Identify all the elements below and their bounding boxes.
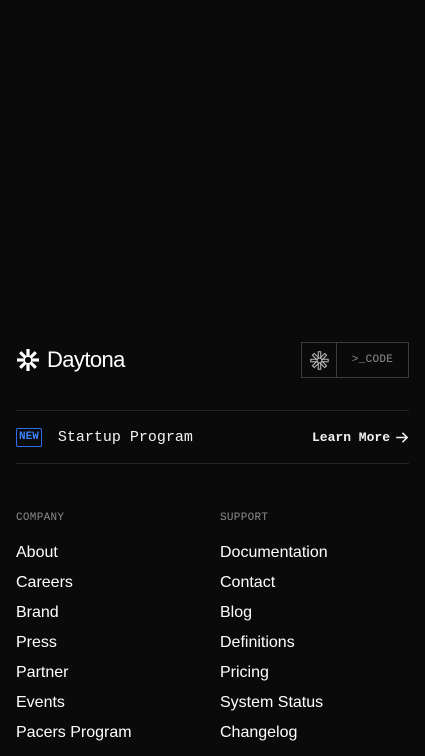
brand-name: Daytona	[47, 347, 125, 372]
support-links: Documentation Contact Blog Definitions P…	[220, 543, 328, 753]
startup-program-banner: NEW Startup Program Learn More	[16, 411, 409, 463]
footer-link-careers[interactable]: Careers	[16, 573, 132, 603]
footer-link-changelog[interactable]: Changelog	[220, 723, 328, 753]
new-badge: NEW	[16, 427, 42, 447]
code-button-label: >_CODE	[351, 354, 394, 366]
company-links: About Careers Brand Press Partner Events…	[16, 543, 132, 753]
support-heading: SUPPORT	[220, 512, 269, 524]
footer-link-partner[interactable]: Partner	[16, 663, 132, 693]
daytona-burst-icon	[17, 349, 39, 371]
learn-more-label: Learn More	[311, 429, 390, 445]
footer-link-press[interactable]: Press	[16, 633, 132, 663]
footer-link-about[interactable]: About	[16, 543, 132, 573]
footer-link-documentation[interactable]: Documentation	[220, 543, 328, 573]
footer-link-contact[interactable]: Contact	[220, 573, 328, 603]
footer-link-events[interactable]: Events	[16, 693, 132, 723]
code-button[interactable]: >_CODE	[301, 342, 409, 378]
footer-link-blog[interactable]: Blog	[220, 603, 328, 633]
promo-title: Startup Program	[57, 428, 193, 446]
daytona-logo[interactable]: Daytona	[16, 347, 125, 373]
code-button-icon-box	[302, 343, 337, 377]
footer-brand-row: Daytona >_CODE	[16, 342, 409, 378]
footer-link-definitions[interactable]: Definitions	[220, 633, 328, 663]
daytona-burst-icon	[309, 350, 329, 370]
divider	[16, 463, 409, 464]
support-column: SUPPORT Documentation Contact Blog Defin…	[220, 511, 328, 753]
company-column: COMPANY About Careers Brand Press Partne…	[16, 511, 132, 753]
footer-link-brand[interactable]: Brand	[16, 603, 132, 633]
footer-link-pacers-program[interactable]: Pacers Program	[16, 723, 132, 753]
learn-more-link[interactable]: Learn More	[312, 430, 409, 445]
arrow-right-icon	[396, 431, 409, 443]
footer-link-pricing[interactable]: Pricing	[220, 663, 328, 693]
footer-link-system-status[interactable]: System Status	[220, 693, 328, 723]
company-heading: COMPANY	[16, 512, 65, 524]
